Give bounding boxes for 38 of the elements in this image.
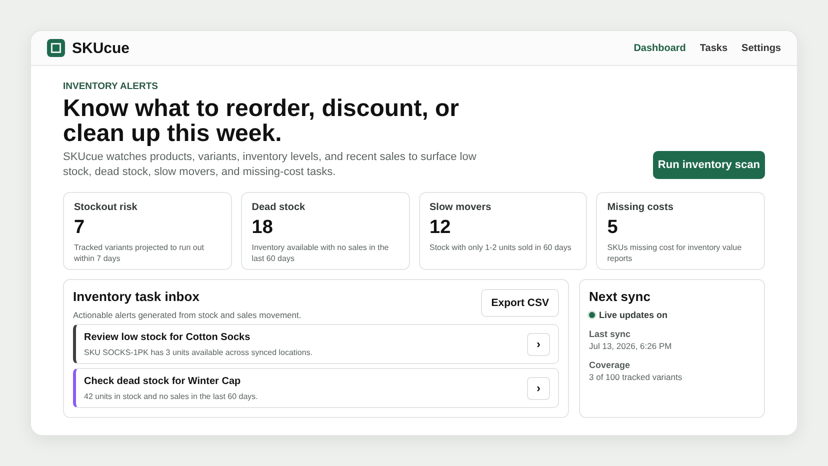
nav-link[interactable]: Settings — [742, 42, 781, 54]
task-title: Review low stock for Cotton Socks — [84, 332, 252, 342]
field-value: 3 of 100 tracked variants — [589, 372, 684, 382]
metric-label: Slow movers — [430, 202, 492, 213]
metric-value: 5 — [607, 217, 619, 239]
metric-label: Stockout risk — [74, 202, 138, 213]
brand-name: SKUcue — [72, 40, 130, 56]
export-button[interactable]: Export CSV — [481, 289, 559, 317]
page-title: Know what to reorder, discount, or clean up this week. — [63, 96, 460, 146]
panel-subtitle: Actionable alerts generated from stock and sales movement. — [73, 310, 302, 320]
metric-note: Tracked variants projected to run out within 7 days — [74, 242, 205, 264]
task-detail: SKU SOCKS-1PK has 3 units available across synced locations. — [84, 348, 313, 356]
metric-value: 12 — [430, 217, 452, 239]
eyebrow-label: INVENTORY ALERTS — [63, 81, 160, 92]
task-card[interactable]: Review low stock for Cotton Socks SKU SOCKS-1PK has 3 units available across synced locations. › — [73, 324, 559, 364]
metric-value: 7 — [74, 217, 86, 239]
task-detail: 42 units in stock and no sales in the last 60 days. — [84, 392, 258, 400]
nav-link[interactable]: Tasks — [700, 42, 728, 54]
metric-value: 18 — [252, 217, 274, 239]
open-button[interactable]: › — [527, 332, 550, 356]
logo-icon — [47, 39, 65, 57]
metric-note: Stock with only 1-2 units sold in 60 days — [430, 242, 572, 253]
metric-note: SKUs missing cost for inventory value reports — [607, 242, 743, 264]
task-card[interactable]: Check dead stock for Winter Cap 42 units in stock and no sales in the last 60 days. › — [73, 368, 559, 408]
metric-label: Missing costs — [607, 202, 674, 213]
metric-label: Dead stock — [252, 202, 306, 213]
task-title: Check dead stock for Winter Cap — [84, 376, 242, 386]
panel-title: Inventory task inbox — [73, 289, 200, 304]
panel-title: Next sync — [589, 289, 652, 304]
field-label: Last sync — [589, 329, 632, 339]
live-status: Live updates on — [599, 310, 668, 320]
page-description: SKUcue watches products, variants, inventory levels, and recent sales to surface low stock, dead stock, slow movers, and missing-cost tasks. — [63, 150, 478, 180]
run-scan-button[interactable]: Run inventory scan — [652, 151, 765, 179]
field-value: Jul 13, 2026, 6:26 PM — [589, 341, 673, 351]
nav-link[interactable]: Dashboard — [634, 42, 686, 54]
open-button[interactable]: › — [527, 376, 550, 400]
field-label: Coverage — [589, 360, 632, 370]
metric-note: Inventory available with no sales in the last 60 days — [252, 242, 390, 264]
